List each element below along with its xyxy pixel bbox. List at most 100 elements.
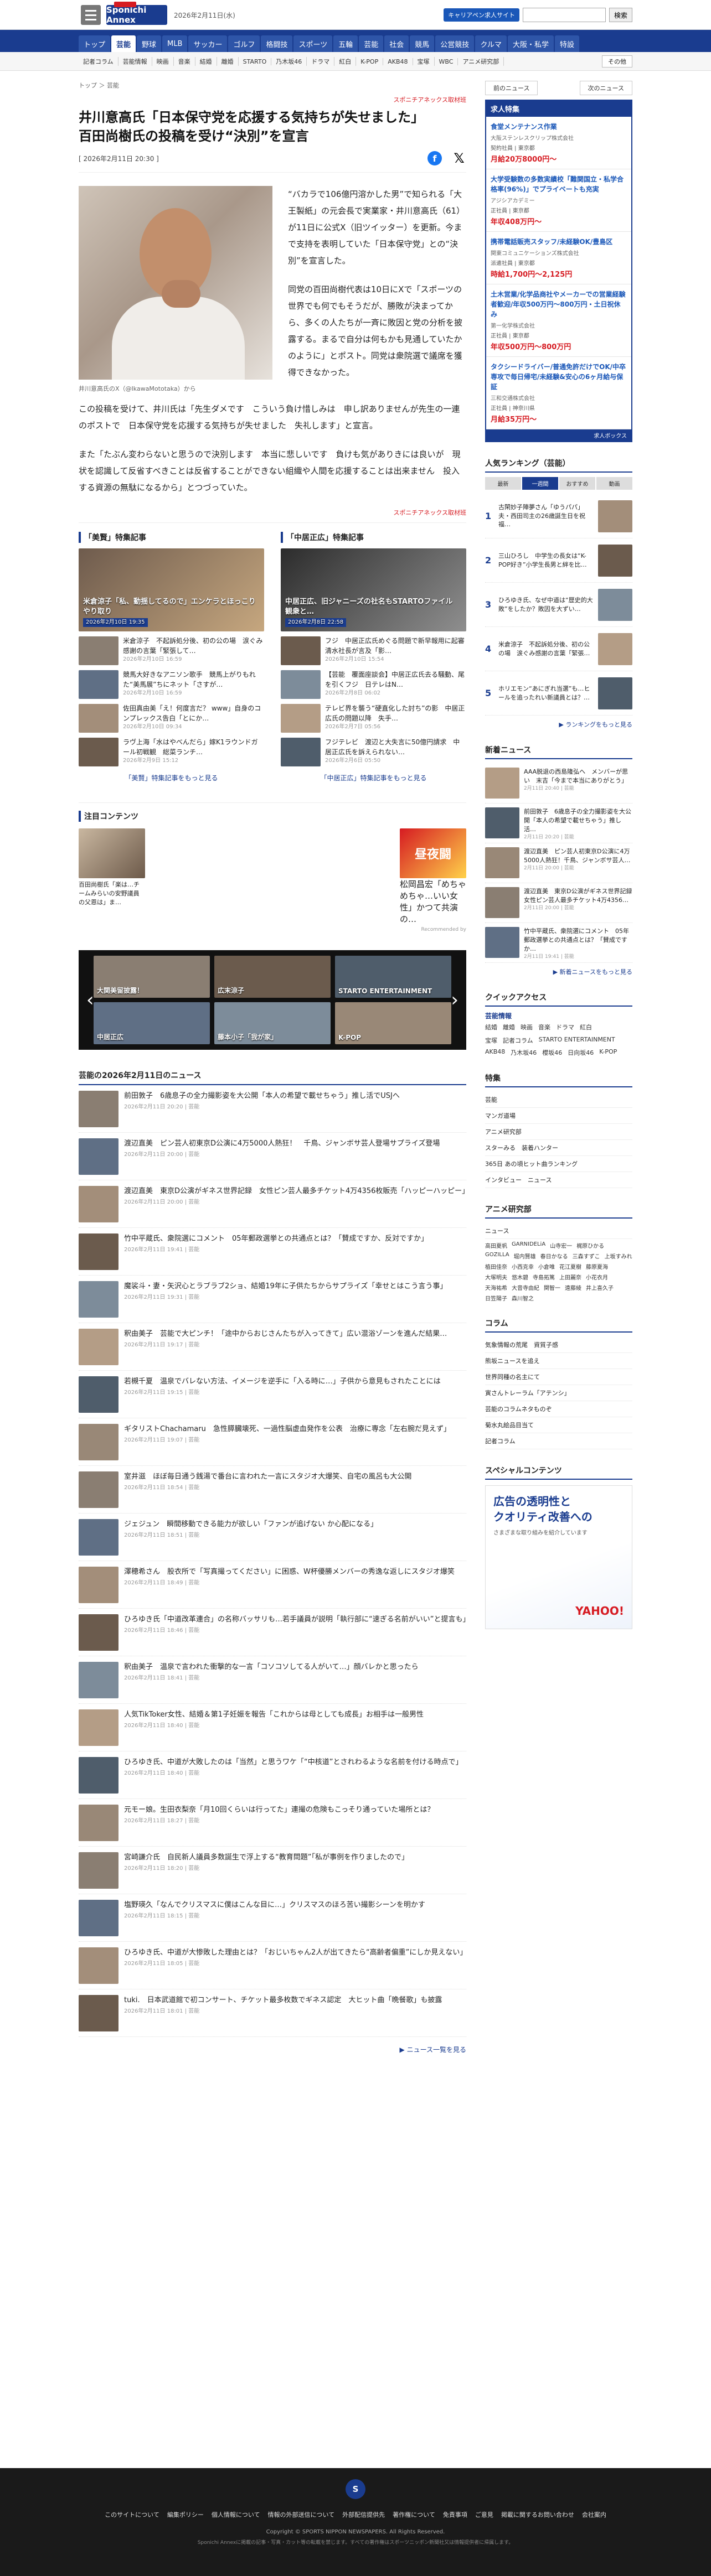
anime-tag[interactable]: 花江夏樹 [559, 1262, 581, 1271]
ranking-tab[interactable]: 動画 [596, 477, 632, 490]
ranking-tab[interactable]: おすすめ [559, 477, 595, 490]
news-item[interactable]: 渡辺直美 東京D公演がギネス世界記録 女性ピン芸人最多チケット4万4356枚販売… [79, 1180, 469, 1229]
subnav-item[interactable]: WBC [435, 58, 458, 65]
anime-tag[interactable]: 寺島拓篤 [533, 1273, 555, 1281]
footer-logo-icon[interactable]: S [346, 2479, 365, 2499]
quick-access-link[interactable]: 結婚 [485, 1023, 497, 1032]
carousel-cell[interactable]: K-POP [335, 1002, 451, 1045]
column-link[interactable]: 世界同種の名主にて [485, 1369, 632, 1385]
new-news-more-link[interactable]: ▶ 新着ニュースをもっと見る [485, 967, 632, 976]
new-news-item[interactable]: 竹中平蔵氏、衆院選にコメント 05年郵政選挙との共通点とは？「賛成ですか… 2月1… [485, 923, 632, 963]
news-list-more-link[interactable]: ▶ ニュース一覧を見る [79, 2045, 466, 2054]
subnav-more-button[interactable]: その他 [602, 55, 632, 68]
featured-item[interactable]: 百田尚樹氏「楽は…チームみらいの安野議員の父恩は」ま… [79, 828, 145, 932]
quick-access-link[interactable]: 日向坂46 [568, 1048, 594, 1057]
special-link[interactable]: インタビュー ニュース [485, 1172, 632, 1188]
prev-news-button[interactable]: 前のニュース [485, 81, 538, 95]
quick-access-link[interactable]: STARTO ENTERTAINMENT [539, 1036, 615, 1045]
quick-access-link[interactable]: 宝塚 [485, 1036, 497, 1045]
job-item[interactable]: 携帯電話販売スタッフ/未経験OK/豊島区 関東コミュニケーションズ株式会社 派遣社員… [486, 232, 631, 284]
feature-item[interactable]: 競馬大好きなアニソン歌手 競馬上がりもれた“美馬展”ちにネット「さすが… 2026… [79, 670, 264, 699]
nav-item[interactable]: 芸能 [359, 35, 384, 52]
next-news-button[interactable]: 次のニュース [579, 81, 632, 95]
anime-tag[interactable]: 小西克幸 [512, 1262, 534, 1271]
feature-item[interactable]: フジテレビ 渡辺と大失言に50億円請求 中居正広氏を訴えられない… 2026年2月… [281, 738, 466, 767]
new-news-item[interactable]: 渡辺直美 ピン芸人初東京D公演に4万5000人熱狂！千鳥、ジャンボサ芸人… 2月1… [485, 843, 632, 883]
anime-tag[interactable]: 小花衣月 [586, 1273, 608, 1281]
article-photo[interactable] [79, 186, 272, 380]
news-item[interactable]: 若槻千夏 温泉でバレない方法、イメージを逆手に「入る時に…」子供から意見もされた… [79, 1371, 466, 1419]
subnav-item[interactable]: 映画 [152, 57, 174, 66]
news-item[interactable]: 塩野瑛久「なんでクリスマスに僕はこんな目に…」クリスマスのほろ苦い撮影シーンを明… [79, 1894, 466, 1942]
nav-item[interactable]: 大阪・私学 [507, 35, 554, 52]
job-box-footer[interactable]: 求人ボックス [486, 429, 631, 441]
news-item[interactable]: 宮崎謙介氏 自民新人議員多数誕生で浮上する“教育問題”「私が事例を作りましたので… [79, 1847, 466, 1895]
ranking-more-link[interactable]: ▶ ランキングをもっと見る [485, 720, 632, 729]
new-news-item[interactable]: AAA脱退の西島隆弘へ メンバーが思い 末吉「今まで本当にありがとう」 2月11日… [485, 764, 632, 804]
sidebar-ad[interactable]: 広告の透明性と クオリティ改善への さまざまな取り組みを紹介しています YAHO… [485, 1485, 632, 1629]
feature-hero[interactable]: 米倉涼子「私、動揺してるので」エンケラとほっこりやり取り 2026年2月10日 1… [79, 548, 264, 632]
news-item[interactable]: ジェジュン 瞬間移動できる能力が欲しい「ファンが追げない か心配になる」 2026… [79, 1514, 466, 1562]
anime-tag[interactable]: 関智一 [544, 1283, 560, 1292]
breadcrumb[interactable]: トップ ＞ 芸能 [79, 81, 466, 90]
nav-item[interactable]: 特設 [554, 35, 579, 52]
nav-item[interactable]: 野球 [137, 35, 162, 52]
feature-item[interactable]: テレビ界を襲う“硬直化した討ち”の影 中居正広氏の問題以降 失手… 2026年2月… [281, 704, 466, 733]
news-item[interactable]: 前田敦子 6歳息子の全力撮影姿を大公開「本人の希望で載せちゃう」推し活でUSJへ… [79, 1085, 466, 1133]
feature-item[interactable]: 米倉涼子 不起訴処分後、初の公の場 涙ぐみ感謝の言葉「緊張して… 2026年2月1… [79, 636, 264, 666]
quick-access-link[interactable]: 映画 [521, 1023, 533, 1032]
subnav-item[interactable]: 乃木坂46 [271, 57, 307, 66]
news-item[interactable]: 元モー娘。生田衣梨奈「月10回くらいは行ってた」連撮の危険もこっそり通っていた場… [79, 1799, 466, 1847]
column-link[interactable]: 熊坂ニュースを追え [485, 1353, 632, 1369]
footer-link[interactable]: このサイトについて [105, 2510, 159, 2519]
subnav-item[interactable]: 芸能情報 [118, 57, 152, 66]
anime-tag[interactable]: 遠藤綾 [565, 1283, 581, 1292]
subnav-item[interactable]: 宝塚 [413, 57, 435, 66]
footer-link[interactable]: 掲載に関するお問い合わせ [501, 2510, 574, 2519]
quick-access-link[interactable]: 音楽 [538, 1023, 550, 1032]
nav-item[interactable]: 五輪 [333, 35, 358, 52]
quick-access-link[interactable]: 紅白 [580, 1023, 592, 1032]
column-link[interactable]: 寅さんトレーラム「アテンシ」 [485, 1385, 632, 1401]
ranking-item[interactable]: 4 米倉涼子 不起訴処分後、初の公の場 涙ぐみ感謝の言葉「緊張… [485, 627, 632, 671]
news-item[interactable]: 渡辺直美 ピン芸人初東京D公演に4万5000人熱狂！ 千鳥、ジャンボサ芸人登場サ… [79, 1133, 466, 1181]
special-link[interactable]: アニメ研究部 [485, 1124, 632, 1140]
news-item[interactable]: tuki. 日本武道館で初コンサート、チケット最多枚数でギネス認定 大ヒット曲「… [79, 1989, 466, 2038]
quick-access-link[interactable]: K-POP [599, 1048, 617, 1057]
career-link[interactable]: キャリアペン求人サイト [444, 8, 519, 22]
carousel-next-icon[interactable]: › [451, 989, 458, 1011]
carousel-prev-icon[interactable]: ‹ [86, 989, 94, 1011]
footer-link[interactable]: 個人情報について [212, 2510, 260, 2519]
subnav-item[interactable]: 離婚 [217, 57, 239, 66]
carousel-cell[interactable]: 広末涼子 [214, 956, 331, 998]
anime-tag[interactable]: 井上喜久子 [586, 1283, 614, 1292]
anime-tag[interactable]: 山寺宏一 [550, 1241, 572, 1250]
anime-tag[interactable]: 梶原ひかる [576, 1241, 604, 1250]
news-item[interactable]: 釈由美子 温泉で言われた衝撃的な一言「コソコソしてる人がいて…」顔バレかと思った… [79, 1656, 466, 1704]
nav-item[interactable]: 芸能 [111, 35, 136, 52]
ranking-item[interactable]: 3 ひろゆき氏、なぜ中道は“歴史的大敗”をしたか？敗因を大ずい… [485, 583, 632, 627]
subnav-item[interactable]: 紅白 [334, 57, 357, 66]
ranking-item[interactable]: 1 古閑妙子陣夢さん「ゆうパパ」夫・西田司主の26歳誕生日を祝福… [485, 494, 632, 538]
column-link[interactable]: 菊水丸絵品目当て [485, 1417, 632, 1433]
anime-tag[interactable]: 大音寺由紀 [512, 1283, 539, 1292]
carousel-cell[interactable]: 藤本小子「我が家」 [214, 1002, 331, 1045]
feature-more-link[interactable]: 「美賢」特集記事をもっと見る [79, 773, 264, 782]
nav-item[interactable]: 公営競技 [435, 35, 475, 52]
anime-tag[interactable]: 堀内賢雄 [514, 1252, 536, 1260]
anime-tag[interactable]: 藤原夏海 [586, 1262, 608, 1271]
anime-tag[interactable]: 大塚明夫 [485, 1273, 507, 1281]
news-item[interactable]: 澤穂希さん 股衣所で「写真撮ってください」に困惑、W杯優勝メンバーの秀逸な返しに… [79, 1561, 466, 1609]
search-input[interactable] [522, 8, 606, 22]
footer-link[interactable]: 情報の外部送信について [268, 2510, 335, 2519]
subnav-item[interactable]: AKB48 [383, 58, 413, 65]
ranking-tab[interactable]: 最新 [485, 477, 521, 490]
x-share-icon[interactable]: 𝕏 [452, 151, 466, 166]
nav-item[interactable]: クルマ [475, 35, 507, 52]
subnav-item[interactable]: ドラマ [307, 57, 335, 66]
anime-tag[interactable]: 悠木碧 [512, 1273, 528, 1281]
subnav-item[interactable]: STARTO [239, 58, 272, 65]
nav-item[interactable]: 社会 [384, 35, 409, 52]
subnav-item[interactable]: 記者コラム [79, 57, 118, 66]
news-item[interactable]: 竹中平蔵氏、衆院選にコメント 05年郵政選挙との共通点とは？「賛成ですか、反対で… [79, 1228, 466, 1276]
